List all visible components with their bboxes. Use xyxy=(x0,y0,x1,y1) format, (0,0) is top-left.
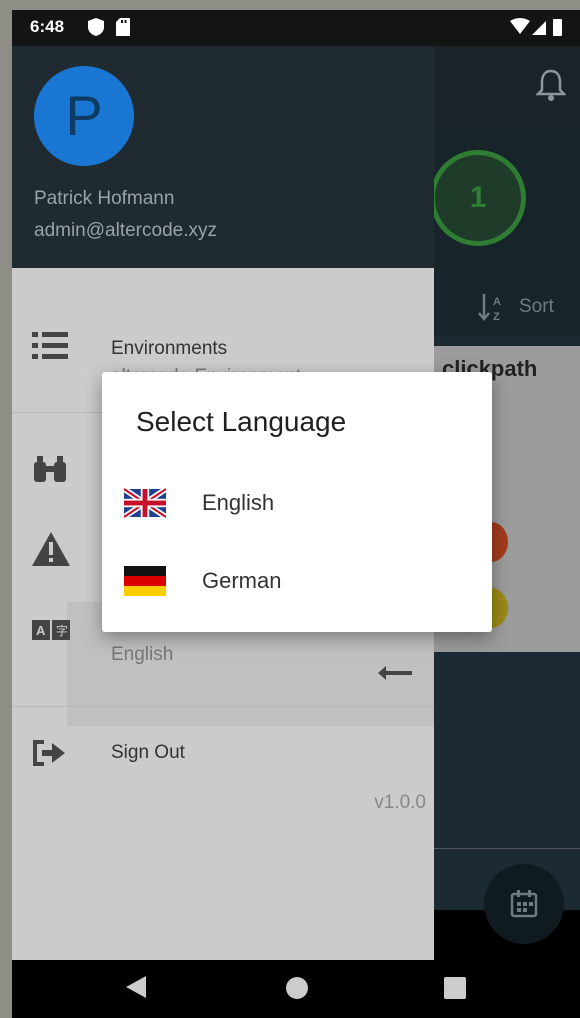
language-option-german[interactable]: German xyxy=(102,552,492,612)
status-time: 6:48 xyxy=(30,17,65,36)
svg-text:A: A xyxy=(493,296,501,308)
calendar-fab[interactable] xyxy=(484,864,564,944)
language-option-label: English xyxy=(202,490,275,515)
status-bar: 6:48 xyxy=(12,10,580,46)
battery-icon xyxy=(553,19,562,36)
svg-text:Z: Z xyxy=(493,311,500,322)
device-screen: 6:48 1 A Z Sort clickpath P Patrick Hofm… xyxy=(12,10,580,1018)
list-icon xyxy=(32,332,68,365)
count-badge: 1 xyxy=(430,150,526,246)
language-value: English xyxy=(111,644,174,665)
drawer-header: P Patrick Hofmann admin@altercode.xyz xyxy=(12,46,434,268)
sign-out-icon xyxy=(32,740,66,771)
uk-flag-icon xyxy=(122,486,168,520)
recent-apps-icon[interactable] xyxy=(444,977,466,999)
back-icon[interactable] xyxy=(126,976,146,1003)
translate-icon: A字 xyxy=(32,620,72,645)
svg-text:A: A xyxy=(36,623,46,638)
sort-button[interactable]: Sort xyxy=(519,296,554,318)
bell-icon[interactable] xyxy=(534,68,568,107)
language-option-english[interactable]: English xyxy=(102,474,492,534)
dialog-title: Select Language xyxy=(136,406,347,437)
germany-flag-icon xyxy=(124,566,166,596)
home-icon[interactable] xyxy=(286,977,308,999)
language-option-label: German xyxy=(202,568,282,593)
user-email: admin@altercode.xyz xyxy=(34,220,217,241)
user-name: Patrick Hofmann xyxy=(34,188,175,209)
avatar: P xyxy=(34,66,134,166)
environments-title: Environments xyxy=(111,338,228,359)
language-dialog: Select Language English German xyxy=(102,372,492,632)
calendar-icon xyxy=(510,890,538,918)
svg-text:字: 字 xyxy=(56,623,68,638)
app-version: v1.0.0 xyxy=(374,792,426,813)
sd-card-icon xyxy=(116,18,130,41)
sign-out-label: Sign Out xyxy=(111,742,185,763)
drawer-item-sign-out[interactable]: Sign Out xyxy=(12,718,434,788)
warning-icon[interactable] xyxy=(32,532,70,571)
shield-icon xyxy=(88,18,104,41)
wifi-icon xyxy=(510,18,530,34)
arrow-left-icon[interactable] xyxy=(378,666,412,685)
sort-az-icon[interactable]: A Z xyxy=(478,292,506,323)
signal-icon xyxy=(532,21,546,35)
binoculars-icon[interactable] xyxy=(32,456,68,489)
status-icons xyxy=(510,18,566,43)
system-nav-bar xyxy=(12,960,580,1018)
drawer-divider xyxy=(12,706,434,707)
